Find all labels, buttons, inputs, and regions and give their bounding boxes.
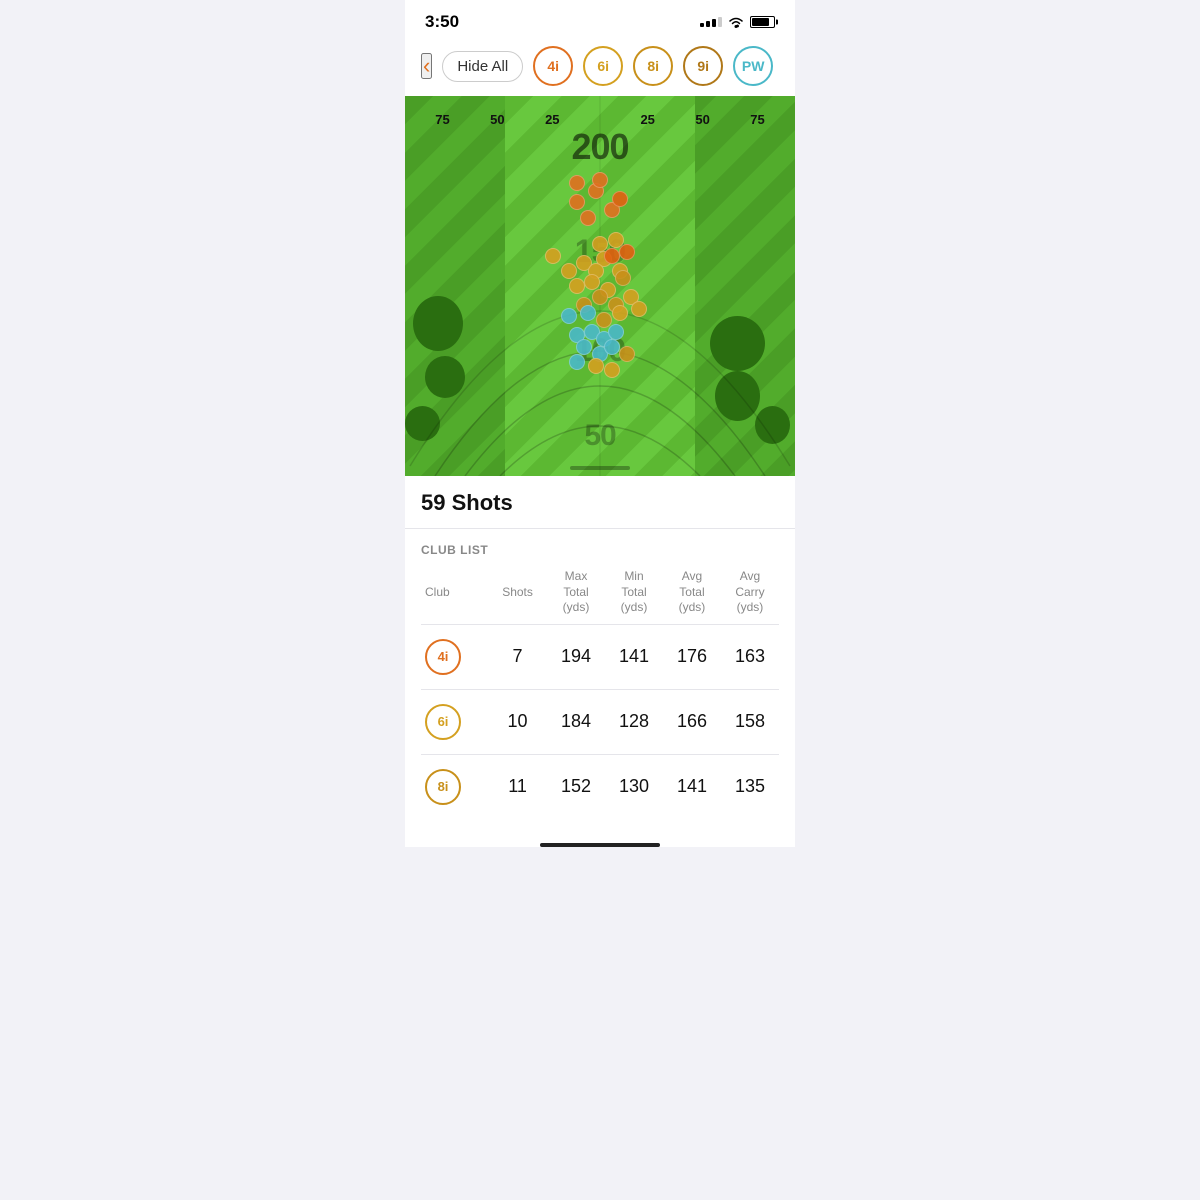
status-bar: 3:50 (405, 0, 795, 38)
shot-dot (604, 339, 620, 355)
club-cell[interactable]: 6i (421, 689, 488, 754)
shot-dot (619, 346, 635, 362)
shot-dot (580, 305, 596, 321)
th-avg-carry: AvgCarry(yds) (721, 565, 779, 624)
shot-dot (619, 244, 635, 260)
yardage-200: 200 (571, 126, 628, 168)
shot-dot (561, 263, 577, 279)
shot-dot (608, 324, 624, 340)
shot-dot (569, 175, 585, 191)
shot-dot (569, 354, 585, 370)
ruler-75r: 75 (750, 112, 764, 127)
shot-dot (569, 194, 585, 210)
signal-icon (700, 17, 722, 27)
shot-map: 75 50 25 25 50 75 200 150 100 50 (405, 96, 795, 476)
shot-dot (604, 362, 620, 378)
shot-dot (545, 248, 561, 264)
avg-total-cell: 176 (663, 624, 721, 689)
shot-dot (592, 172, 608, 188)
min-total-cell: 128 (605, 689, 663, 754)
shot-dot (576, 339, 592, 355)
shot-dot (561, 308, 577, 324)
shots-count: 59 Shots (421, 476, 779, 528)
club-badge-8i[interactable]: 8i (633, 46, 673, 86)
shot-dot (604, 248, 620, 264)
shots-cell: 10 (488, 689, 547, 754)
shot-dot (615, 270, 631, 286)
th-shots: Shots (488, 565, 547, 624)
club-badge-4i[interactable]: 4i (533, 46, 573, 86)
avg-carry-cell: 163 (721, 624, 779, 689)
ruler-75l: 75 (435, 112, 449, 127)
th-min-total: MinTotal(yds) (605, 565, 663, 624)
avg-total-cell: 141 (663, 754, 721, 819)
shots-cell: 11 (488, 754, 547, 819)
shot-dot (580, 210, 596, 226)
bottom-bar (540, 843, 660, 847)
table-row: 4i 7 194 141 176 163 (421, 624, 779, 689)
shot-dot (631, 301, 647, 317)
shot-dot (569, 278, 585, 294)
table-row: 8i 11 152 130 141 135 (421, 754, 779, 819)
ruler-25r: 25 (640, 112, 654, 127)
shot-dot (592, 289, 608, 305)
club-badge-6i[interactable]: 6i (583, 46, 623, 86)
back-button[interactable]: ‹ (421, 53, 432, 79)
hide-all-button[interactable]: Hide All (442, 51, 523, 82)
scroll-handle[interactable] (570, 466, 630, 470)
club-cell[interactable]: 8i (421, 754, 488, 819)
ruler-25l: 25 (545, 112, 559, 127)
th-max-total: MaxTotal(yds) (547, 565, 605, 624)
club-table: Club Shots MaxTotal(yds) MinTotal(yds) A… (421, 565, 779, 819)
max-total-cell: 152 (547, 754, 605, 819)
stats-panel: 59 Shots CLUB LIST Club Shots MaxTotal(y… (405, 476, 795, 847)
th-club: Club (421, 565, 488, 624)
min-total-cell: 130 (605, 754, 663, 819)
status-time: 3:50 (425, 12, 459, 32)
max-total-cell: 194 (547, 624, 605, 689)
wifi-icon (728, 16, 744, 28)
battery-icon (750, 16, 775, 28)
shot-dot (584, 274, 600, 290)
club-badge-pw[interactable]: PW (733, 46, 773, 86)
avg-carry-cell: 135 (721, 754, 779, 819)
yardage-50: 50 (584, 419, 615, 453)
club-badge-9i[interactable]: 9i (683, 46, 723, 86)
shot-dot (588, 358, 604, 374)
avg-carry-cell: 158 (721, 689, 779, 754)
club-cell[interactable]: 4i (421, 624, 488, 689)
th-avg-total: AvgTotal(yds) (663, 565, 721, 624)
toolbar: ‹ Hide All 4i 6i 8i 9i PW (405, 38, 795, 96)
club-list-title: CLUB LIST (421, 529, 779, 565)
status-icons (700, 16, 775, 28)
distance-ruler: 75 50 25 25 50 75 (405, 112, 795, 127)
table-row: 6i 10 184 128 166 158 (421, 689, 779, 754)
max-total-cell: 184 (547, 689, 605, 754)
avg-total-cell: 166 (663, 689, 721, 754)
ruler-50r: 50 (695, 112, 709, 127)
shot-dot (612, 305, 628, 321)
shots-cell: 7 (488, 624, 547, 689)
ruler-50l: 50 (490, 112, 504, 127)
shot-dot (612, 191, 628, 207)
min-total-cell: 141 (605, 624, 663, 689)
